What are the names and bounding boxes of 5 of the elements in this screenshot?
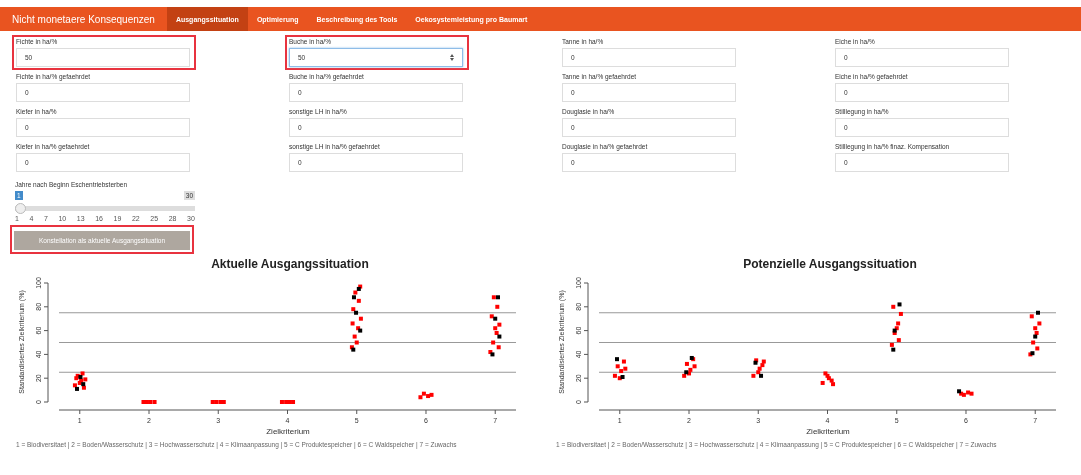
axis-title: Zielkriterium [806,427,850,436]
axis-title: Zielkriterium [266,427,310,436]
chart-title: Potenzielle Ausgangssituation [743,257,917,271]
brand-title: Nicht monetaere Konsequenzen [11,12,156,27]
chart-title: Aktuelle Ausgangssituation [211,257,369,271]
